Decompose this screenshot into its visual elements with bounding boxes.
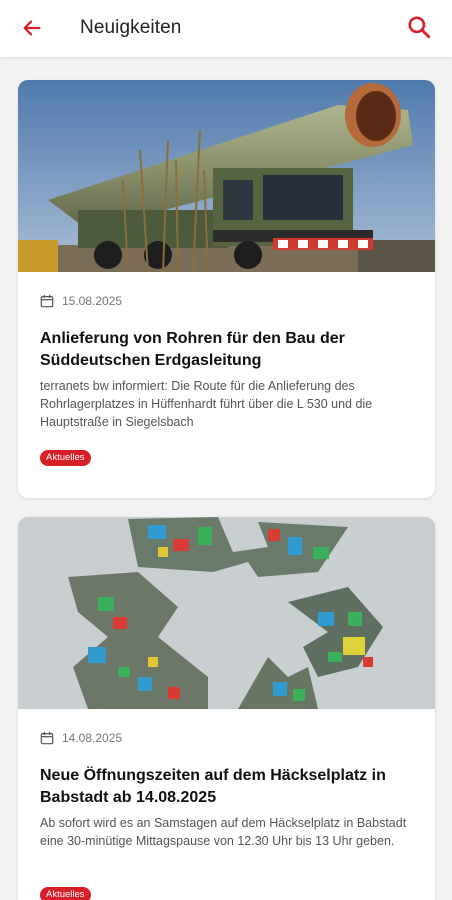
- news-card[interactable]: 15.08.2025 Anlieferung von Rohren für de…: [18, 80, 435, 498]
- news-title[interactable]: Neue Öffnungszeiten auf dem Häckselplatz…: [40, 765, 420, 809]
- category-badge[interactable]: Aktuelles: [40, 887, 91, 900]
- news-date: 15.08.2025: [62, 294, 123, 308]
- calendar-icon: [40, 731, 54, 745]
- date-row: 15.08.2025: [40, 292, 122, 310]
- app-bar: Neuigkeiten: [0, 0, 452, 58]
- news-title[interactable]: Anlieferung von Rohren für den Bau der S…: [40, 328, 420, 372]
- news-card[interactable]: 14.08.2025 Neue Öffnungszeiten auf dem H…: [18, 517, 435, 900]
- page-title: Neuigkeiten: [80, 17, 182, 38]
- search-button[interactable]: [402, 10, 436, 44]
- news-feed[interactable]: 15.08.2025 Anlieferung von Rohren für de…: [0, 58, 452, 900]
- category-badge[interactable]: Aktuelles: [40, 450, 91, 466]
- news-excerpt: terranets bw informiert: Die Route für d…: [40, 379, 373, 429]
- arrow-left-icon: [23, 20, 41, 36]
- news-image-recycling: [18, 517, 435, 709]
- date-row: 14.08.2025: [40, 729, 122, 747]
- news-image-pipe-truck: [18, 80, 435, 272]
- news-date: 14.08.2025: [62, 731, 123, 745]
- news-excerpt: Ab sofort wird es an Samstagen auf dem H…: [40, 816, 407, 848]
- search-icon: [408, 16, 431, 39]
- calendar-icon: [40, 294, 54, 308]
- back-button[interactable]: [16, 12, 48, 44]
